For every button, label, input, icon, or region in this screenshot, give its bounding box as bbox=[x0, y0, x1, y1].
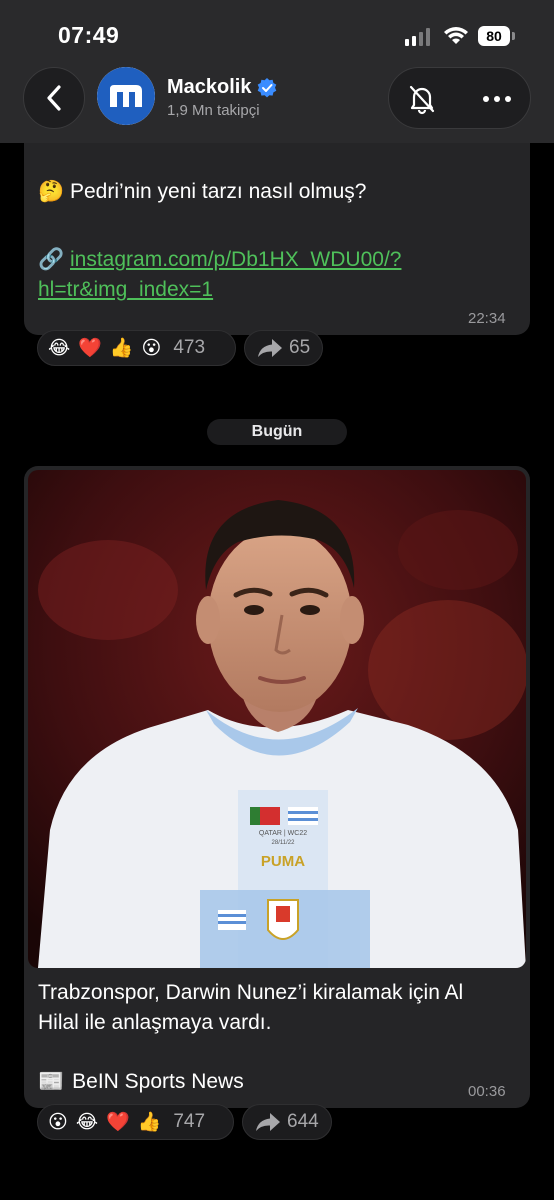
share-count: 65 bbox=[289, 337, 311, 358]
message-time: 00:36 bbox=[468, 1083, 506, 1100]
share-arrow-icon bbox=[256, 1113, 280, 1131]
message-bubble[interactable]: 🤔 Pedri’nin yeni tarzı nasıl olmuş? 🔗 in… bbox=[24, 143, 530, 335]
post-source: 📰 BeIN Sports News bbox=[38, 1070, 244, 1094]
channel-avatar[interactable] bbox=[97, 67, 155, 125]
status-time: 07:49 bbox=[58, 22, 120, 48]
reaction-thumbsup[interactable]: 👍 bbox=[110, 336, 134, 360]
message-time: 22:34 bbox=[468, 310, 506, 327]
verified-icon bbox=[258, 77, 277, 97]
reaction-thumbsup[interactable]: 👍 bbox=[138, 1110, 162, 1134]
reactions-bar[interactable]: 😂 ❤️ 👍 😮 473 bbox=[37, 330, 236, 366]
share-button[interactable]: 644 bbox=[242, 1104, 332, 1140]
bell-off-icon[interactable] bbox=[406, 83, 438, 115]
reaction-count: 473 bbox=[173, 337, 206, 358]
post-caption: Trabzonspor, Darwin Nunez’i kiralamak iç… bbox=[38, 981, 464, 1034]
back-arrow-icon bbox=[47, 85, 61, 111]
back-button[interactable] bbox=[23, 67, 85, 129]
more-icon[interactable] bbox=[483, 96, 511, 102]
football-player-photo: PUMA QATAR | WC22 28/11/22 bbox=[28, 470, 526, 968]
top-bar: 07:49 80 Mackolik 1,9 Mn takipçi bbox=[0, 0, 554, 143]
header-actions bbox=[388, 67, 531, 129]
share-count: 644 bbox=[287, 1111, 319, 1132]
message-body: Pedri’nin yeni tarzı nasıl olmuş? bbox=[70, 180, 367, 203]
reaction-heart[interactable]: ❤️ bbox=[78, 336, 102, 360]
reaction-laugh[interactable]: 😂 bbox=[76, 1111, 98, 1134]
reaction-laugh[interactable]: 😂 bbox=[48, 337, 70, 360]
shirt-brand-text: PUMA bbox=[261, 853, 305, 870]
battery-indicator: 80 bbox=[478, 26, 510, 46]
shirt-event-text: QATAR | WC22 bbox=[259, 830, 307, 837]
signal-icon bbox=[405, 28, 430, 46]
post-photo[interactable]: PUMA QATAR | WC22 28/11/22 bbox=[28, 470, 526, 968]
newspaper-emoji: 📰 bbox=[38, 1070, 65, 1093]
battery-tip bbox=[512, 32, 515, 40]
thinking-emoji: 🤔 bbox=[38, 180, 65, 203]
date-separator: Bugün bbox=[207, 419, 347, 445]
reaction-wow[interactable]: 😮 bbox=[142, 337, 162, 360]
channel-title[interactable]: Mackolik bbox=[167, 76, 277, 99]
mackolik-logo-icon bbox=[97, 67, 155, 125]
channel-name: Mackolik bbox=[167, 76, 252, 98]
shirt-date-text: 28/11/22 bbox=[272, 840, 296, 846]
reaction-count: 747 bbox=[173, 1111, 206, 1132]
link-emoji: 🔗 bbox=[38, 248, 65, 271]
subscriber-count: 1,9 Mn takipçi bbox=[167, 102, 260, 119]
reaction-heart[interactable]: ❤️ bbox=[106, 1110, 130, 1134]
source-name: BeIN Sports News bbox=[72, 1070, 244, 1093]
wifi-icon bbox=[444, 27, 468, 44]
reactions-bar[interactable]: 😮 😂 ❤️ 👍 747 bbox=[37, 1104, 234, 1140]
message-link-block: 🔗 instagram.com/p/Db1HX_WDU00/? hl=tr&img… bbox=[38, 245, 498, 305]
message-text: 🤔 Pedri’nin yeni tarzı nasıl olmuş? bbox=[38, 179, 366, 205]
share-arrow-icon bbox=[258, 339, 282, 357]
instagram-link[interactable]: instagram.com/p/Db1HX_WDU00/? hl=tr&img_i… bbox=[38, 248, 401, 301]
reaction-wow[interactable]: 😮 bbox=[48, 1111, 68, 1134]
share-button[interactable]: 65 bbox=[244, 330, 324, 366]
